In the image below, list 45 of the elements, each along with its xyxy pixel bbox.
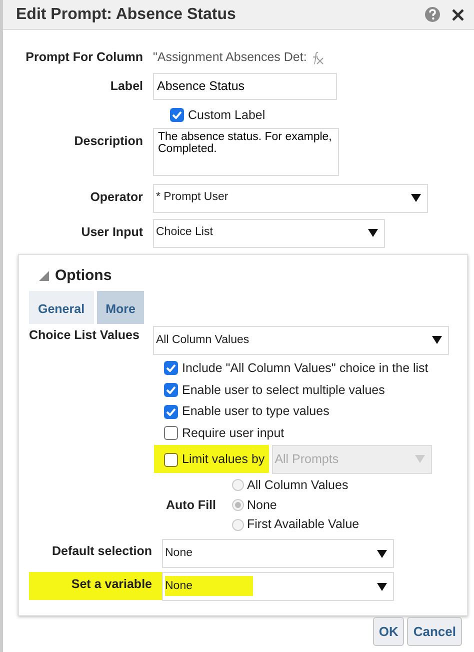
check-icon xyxy=(166,364,176,372)
caret-icon xyxy=(377,550,387,558)
dialog-title: Edit Prompt: Absence Status xyxy=(16,4,237,24)
dropdown[interactable]: Choice List xyxy=(153,218,385,248)
field-label: Operator xyxy=(89,188,143,206)
column-value: "Assignment Absences Det: xyxy=(153,49,307,66)
dropdown[interactable]: All Column Values xyxy=(153,326,449,355)
radio-label: None xyxy=(247,496,277,514)
checkbox-option[interactable]: Require user input xyxy=(164,424,455,443)
description-field[interactable]: The absence status. For example, Completed. xyxy=(153,128,339,176)
dropdown: All Prompts xyxy=(272,444,432,474)
field-label: Prompt For Column xyxy=(24,49,143,66)
close-icon[interactable] xyxy=(452,8,464,20)
text-field[interactable]: Absence Status xyxy=(153,72,337,100)
dropdown[interactable]: None xyxy=(162,572,394,601)
field-label: Label xyxy=(109,78,143,95)
caret-icon xyxy=(414,455,425,464)
dialog-button[interactable]: Cancel xyxy=(407,616,462,646)
dialog-button[interactable]: OK xyxy=(372,616,404,646)
checkbox-option[interactable]: Enable user to type values xyxy=(164,402,455,421)
tab[interactable]: General xyxy=(29,291,94,324)
help-icon[interactable] xyxy=(425,7,440,22)
custom-label-checkbox[interactable]: Custom Label xyxy=(170,106,465,124)
field-label: User Input xyxy=(80,224,143,241)
check-icon xyxy=(166,386,176,394)
dropdown[interactable]: * Prompt User xyxy=(153,184,428,212)
checkbox-option[interactable]: Include "All Column Values" choice in the list xyxy=(164,358,455,378)
checkbox-option[interactable]: Enable user to select multiple values xyxy=(164,380,455,400)
field-label: Auto Fill xyxy=(166,496,217,514)
caret-icon xyxy=(432,336,442,344)
caret-icon xyxy=(368,229,378,237)
caret-icon xyxy=(411,194,421,202)
radio-label: First Available Value xyxy=(247,516,360,534)
collapse-triangle-icon[interactable] xyxy=(39,270,49,281)
field-label: Description xyxy=(73,132,143,150)
section-title: Options xyxy=(55,266,112,286)
radio-label: All Column Values xyxy=(247,476,348,494)
field-label: Set a variable xyxy=(29,572,162,600)
field-label: Choice List Values xyxy=(29,326,140,344)
check-icon xyxy=(172,111,182,120)
dropdown[interactable]: None xyxy=(162,539,394,568)
check-icon xyxy=(166,408,176,416)
field-label: Default selection xyxy=(50,543,153,560)
caret-icon xyxy=(377,582,387,590)
tab[interactable]: More xyxy=(96,291,144,324)
